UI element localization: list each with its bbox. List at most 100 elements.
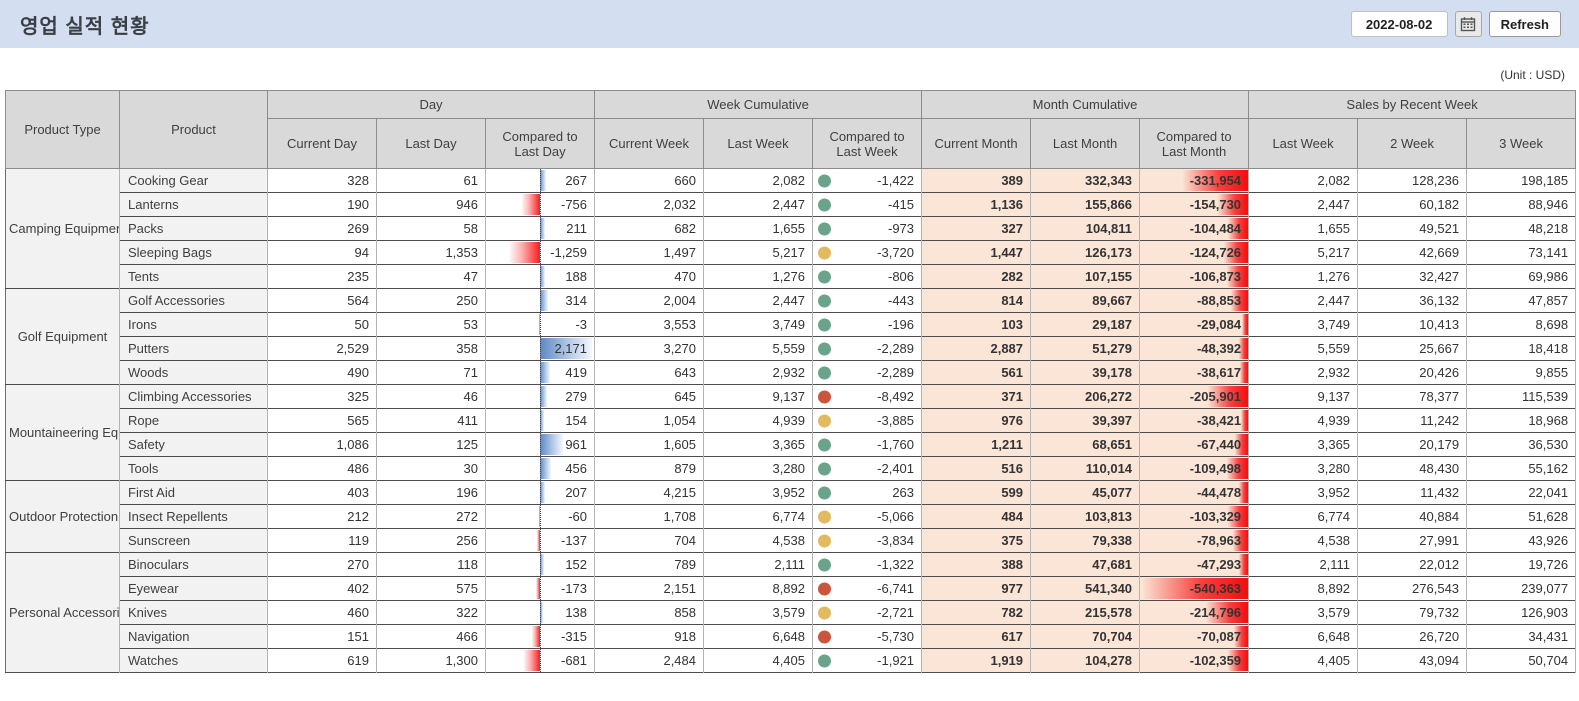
cell-recent-3week: 50,704: [1467, 649, 1576, 673]
table-row: Sleeping Bags941,353-1,2591,4975,217-3,7…: [6, 241, 1576, 265]
product-cell: First Aid: [120, 481, 268, 505]
cell-last-day: 61: [377, 169, 486, 193]
cell-compared-week: -973: [813, 217, 922, 241]
cell-compared-month: -78,963: [1140, 529, 1249, 553]
table-row: Knives4603221388583,579-2,721782215,578-…: [6, 601, 1576, 625]
cell-recent-2week: 20,179: [1358, 433, 1467, 457]
cell-current-week: 879: [595, 457, 704, 481]
baseline-marker: [540, 289, 541, 312]
calendar-button[interactable]: [1455, 11, 1482, 37]
cell-last-day: 30: [377, 457, 486, 481]
col-header-product-type: Product Type: [6, 91, 120, 169]
cell-last-month: 39,178: [1031, 361, 1140, 385]
cell-current-day: 564: [268, 289, 377, 313]
date-input[interactable]: [1351, 11, 1448, 37]
cell-current-week: 1,708: [595, 505, 704, 529]
compared-day-value: 419: [565, 365, 587, 380]
cell-recent-last-week: 3,579: [1249, 601, 1358, 625]
cell-recent-2week: 49,521: [1358, 217, 1467, 241]
compared-week-value: -1,760: [877, 437, 914, 452]
product-cell: Knives: [120, 601, 268, 625]
compared-week-value: -3,885: [877, 413, 914, 428]
cell-recent-last-week: 3,280: [1249, 457, 1358, 481]
cell-recent-last-week: 2,932: [1249, 361, 1358, 385]
cell-current-day: 403: [268, 481, 377, 505]
cell-compared-week: -3,834: [813, 529, 922, 553]
cell-last-week: 8,892: [704, 577, 813, 601]
refresh-button[interactable]: Refresh: [1489, 11, 1561, 37]
cell-recent-3week: 198,185: [1467, 169, 1576, 193]
product-cell: Golf Accessories: [120, 289, 268, 313]
status-dot: [818, 534, 831, 547]
compared-week-value: -1,921: [877, 653, 914, 668]
cell-compared-day: 267: [486, 169, 595, 193]
cell-compared-day: -1,259: [486, 241, 595, 265]
negative-month-bar: [1242, 314, 1248, 335]
cell-current-month: 814: [922, 289, 1031, 313]
table-row: Irons5053-33,5533,749-19610329,187-29,08…: [6, 313, 1576, 337]
cell-current-day: 269: [268, 217, 377, 241]
compared-day-value: -137: [561, 533, 587, 548]
compared-day-value: 152: [565, 557, 587, 572]
cell-compared-month: -67,440: [1140, 433, 1249, 457]
compared-day-value: -173: [561, 581, 587, 596]
cell-recent-2week: 10,413: [1358, 313, 1467, 337]
cell-current-week: 3,553: [595, 313, 704, 337]
status-dot: [818, 246, 831, 259]
cell-recent-2week: 60,182: [1358, 193, 1467, 217]
cell-recent-3week: 48,218: [1467, 217, 1576, 241]
col-header-3-week: 3 Week: [1467, 119, 1576, 169]
compared-week-value: -2,401: [877, 461, 914, 476]
col-header-compared-to-last-month: Compared to Last Month: [1140, 119, 1249, 169]
cell-current-month: 282: [922, 265, 1031, 289]
baseline-marker: [540, 601, 541, 624]
status-dot: [818, 366, 831, 379]
cell-current-day: 50: [268, 313, 377, 337]
cell-last-month: 206,272: [1031, 385, 1140, 409]
compared-month-value: -540,363: [1190, 581, 1241, 596]
cell-current-month: 561: [922, 361, 1031, 385]
table-row: Lanterns190946-7562,0322,447-4151,136155…: [6, 193, 1576, 217]
cell-current-day: 212: [268, 505, 377, 529]
negative-bar: [524, 650, 540, 671]
compared-day-value: -60: [568, 509, 587, 524]
compared-day-value: -756: [561, 197, 587, 212]
cell-current-day: 94: [268, 241, 377, 265]
compared-day-value: 154: [565, 413, 587, 428]
cell-current-day: 1,086: [268, 433, 377, 457]
cell-last-week: 2,082: [704, 169, 813, 193]
cell-last-week: 5,217: [704, 241, 813, 265]
cell-compared-week: -1,322: [813, 553, 922, 577]
cell-current-day: 402: [268, 577, 377, 601]
cell-recent-3week: 115,539: [1467, 385, 1576, 409]
status-dot: [818, 414, 831, 427]
product-cell: Tools: [120, 457, 268, 481]
col-header-compared-to-last-week: Compared to Last Week: [813, 119, 922, 169]
cell-last-day: 46: [377, 385, 486, 409]
table-row: Rope5654111541,0544,939-3,88597639,397-3…: [6, 409, 1576, 433]
header-controls: Refresh: [1351, 11, 1561, 37]
cell-recent-2week: 48,430: [1358, 457, 1467, 481]
cell-recent-last-week: 2,447: [1249, 289, 1358, 313]
product-cell: Irons: [120, 313, 268, 337]
cell-compared-week: -1,422: [813, 169, 922, 193]
cell-compared-day: 138: [486, 601, 595, 625]
cell-compared-day: 207: [486, 481, 595, 505]
cell-last-month: 541,340: [1031, 577, 1140, 601]
cell-current-month: 389: [922, 169, 1031, 193]
cell-last-month: 47,681: [1031, 553, 1140, 577]
cell-current-week: 3,270: [595, 337, 704, 361]
cell-last-week: 2,111: [704, 553, 813, 577]
table-row: Navigation151466-3159186,648-5,73061770,…: [6, 625, 1576, 649]
table-row: Safety1,0861259611,6053,365-1,7601,21168…: [6, 433, 1576, 457]
cell-recent-last-week: 6,648: [1249, 625, 1358, 649]
cell-recent-3week: 47,857: [1467, 289, 1576, 313]
cell-last-month: 332,343: [1031, 169, 1140, 193]
cell-recent-3week: 55,162: [1467, 457, 1576, 481]
cell-last-month: 155,866: [1031, 193, 1140, 217]
compared-week-value: -3,834: [877, 533, 914, 548]
cell-compared-week: -443: [813, 289, 922, 313]
cell-compared-month: -109,498: [1140, 457, 1249, 481]
cell-last-day: 118: [377, 553, 486, 577]
table-row: Outdoor ProtectionFirst Aid4031962074,21…: [6, 481, 1576, 505]
